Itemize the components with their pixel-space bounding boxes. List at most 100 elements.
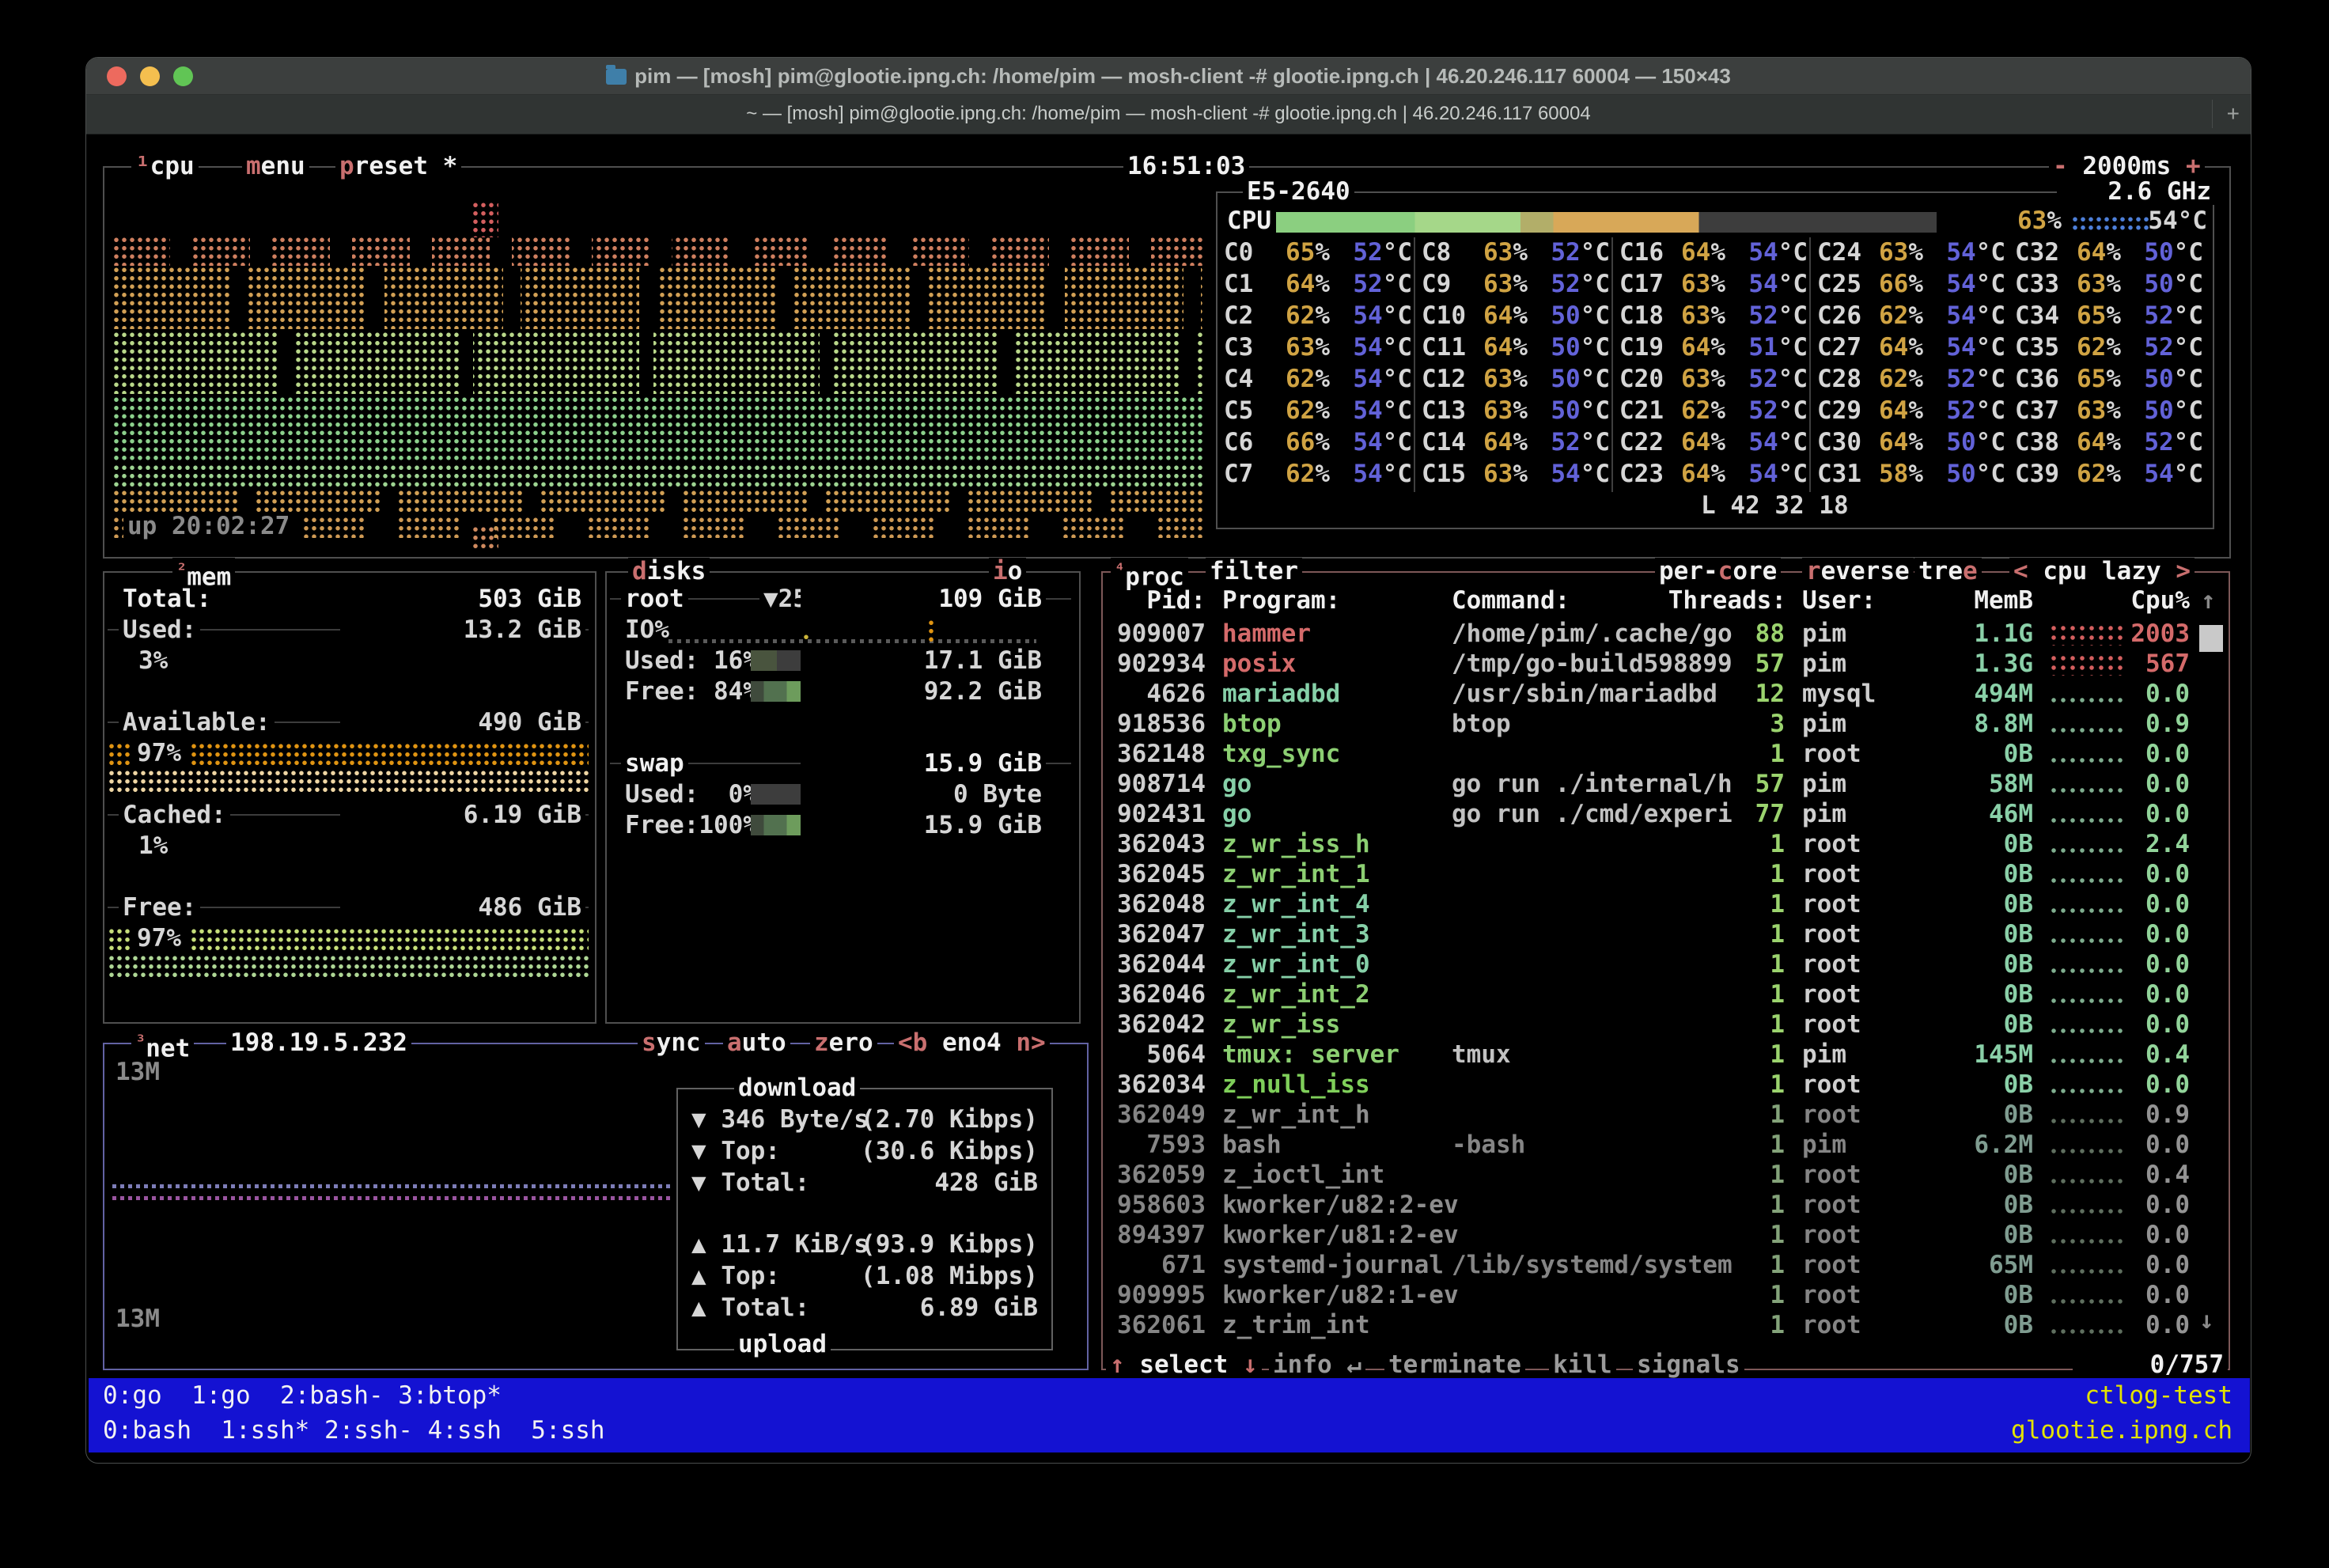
net-download-graph-line [112, 1184, 674, 1188]
cpu-core-cell: C2862%52°C [1817, 365, 2005, 392]
mem-cached-value: 6.19 GiB [340, 801, 585, 828]
disk-root-used-label: Used: 16% [621, 647, 762, 674]
proc-header-mem[interactable]: MemB [1946, 587, 2033, 614]
cpu-model[interactable]: E5-2640 [1243, 178, 1354, 205]
cpu-core-cell: C762%54°C [1224, 460, 1412, 487]
proc-tree-button[interactable]: tree [1914, 558, 1982, 585]
proc-info-button[interactable]: info ↵ [1269, 1351, 1365, 1378]
folder-icon [606, 69, 627, 85]
cpu-total-percent: 63% [1994, 207, 2062, 234]
disk-swap-free-label: Free:100% [621, 812, 762, 839]
net-down-total: ▼ Total: [691, 1169, 809, 1196]
disk-swap-free-value: 15.9 GiB [801, 812, 1046, 839]
net-download-label: download [734, 1074, 860, 1101]
cpu-total-temp: 54°C [2136, 207, 2207, 234]
disk-root-size: 109 GiB [801, 585, 1046, 612]
cpu-core-cell: C1464%52°C [1422, 429, 1610, 456]
cpu-core-cell: C1064%50°C [1422, 302, 1610, 329]
cpu-core-cell: C3363%50°C [2015, 271, 2203, 297]
cpu-core-cell: C1263%50°C [1422, 365, 1610, 392]
proc-select-control[interactable]: ↑ select ↓ [1106, 1351, 1262, 1378]
disk-swap-used-label: Used: 0% [621, 781, 762, 808]
cpu-core-cell: C262%54°C [1224, 302, 1412, 329]
disk-root-name[interactable]: root [621, 585, 688, 612]
mem-available-percent: 97% [133, 740, 185, 767]
update-interval: - 2000ms + [2049, 153, 2205, 180]
cpu-core-cell: C363%54°C [1224, 334, 1412, 361]
proc-signals-button[interactable]: signals [1633, 1351, 1744, 1378]
net-interface-switcher[interactable]: <b eno4 n> [894, 1029, 1050, 1056]
mem-free-graph [190, 927, 589, 951]
cpu-frequency: 2.6 GHz [2057, 178, 2215, 205]
mem-free-label: Free: [119, 894, 200, 921]
proc-header-threads[interactable]: Threads: [1661, 587, 1786, 614]
load-average: L 42 32 18 [1701, 492, 1849, 519]
cpu-core-cell: C2566%54°C [1817, 271, 2005, 297]
cpu-box-title[interactable]: ¹cpu [131, 153, 199, 180]
proc-header-user[interactable]: User: [1802, 587, 1876, 614]
scroll-down-icon: ↓ [2199, 1307, 2214, 1334]
proc-sort-selector[interactable]: < cpu lazy > [2009, 558, 2195, 585]
mem-available-value: 490 GiB [340, 709, 585, 736]
mem-total-label: Total: [119, 585, 215, 612]
disks-io-button[interactable]: io [989, 558, 1026, 585]
cpu-core-cell: C2162%52°C [1619, 397, 1808, 424]
proc-header-cpu[interactable]: Cpu% [2104, 587, 2190, 614]
disk-io-graph [668, 639, 1036, 643]
disk-swap-name[interactable]: swap [621, 750, 688, 777]
cpu-core-cell: C2264%54°C [1619, 429, 1808, 456]
proc-terminate-button[interactable]: terminate [1384, 1351, 1525, 1378]
cpu-core-cell: C1664%54°C [1619, 239, 1808, 266]
cpu-core-cell: C3465%52°C [2015, 302, 2203, 329]
cpu-core-cell: C2463%54°C [1817, 239, 2005, 266]
cpu-core-cell: C2364%54°C [1619, 460, 1808, 487]
cpu-core-cell: C1964%51°C [1619, 334, 1808, 361]
tmux-hostname: glootie.ipng.ch [1932, 1416, 2232, 1445]
cpu-core-cell: C1563%54°C [1422, 460, 1610, 487]
disks-box-title[interactable]: disks [628, 558, 710, 585]
cpu-core-cell: C3665%50°C [2015, 365, 2203, 392]
disk-root-free-label: Free: 84% [621, 678, 762, 705]
proc-header-pid[interactable]: Pid: [1114, 587, 1206, 614]
disk-swap-size: 15.9 GiB [801, 750, 1046, 777]
new-tab-button[interactable]: + [2212, 100, 2240, 128]
net-sync-button[interactable]: sync [638, 1029, 705, 1056]
tmux-status-bar: 0:go 1:go 2:bash- 3:btop* 0:bash 1:ssh* … [89, 1378, 2250, 1452]
sort-direction-icon: ↑ [2201, 587, 2216, 614]
net-auto-button[interactable]: auto [723, 1029, 790, 1056]
uptime: up 20:02:27 [123, 513, 293, 540]
tmux-windows-line1[interactable]: 0:go 1:go 2:bash- 3:btop* [103, 1381, 502, 1410]
cpu-graph-spike [471, 201, 498, 237]
proc-reverse-button[interactable]: reverse [1802, 558, 1914, 585]
cpu-core-cell: C3763%50°C [2015, 397, 2203, 424]
mem-used-label: Used: [119, 616, 200, 643]
mem-total-value: 503 GiB [340, 585, 585, 612]
cpu-core-cell: C1363%50°C [1422, 397, 1610, 424]
net-zero-button[interactable]: zero [810, 1029, 877, 1056]
cpu-core-cell: C3864%52°C [2015, 429, 2203, 456]
tmux-windows-line2[interactable]: 0:bash 1:ssh* 2:ssh- 4:ssh 5:ssh [103, 1416, 605, 1445]
tab-bar: ~ — [mosh] pim@glootie.ipng.ch: /home/pi… [86, 95, 2251, 134]
interval-plus-button[interactable]: + [2186, 152, 2201, 180]
proc-header-program[interactable]: Program: [1222, 587, 1340, 614]
cpu-core-cell: C2662%54°C [1817, 302, 2005, 329]
proc-header-command[interactable]: Command: [1452, 587, 1570, 614]
proc-scrollbar-thumb[interactable] [2199, 625, 2223, 652]
net-up-top: ▲ Top: [691, 1263, 780, 1290]
window-title: pim — [mosh] pim@glootie.ipng.ch: /home/… [86, 64, 2251, 89]
mem-available-label: Available: [119, 709, 275, 736]
menu-button[interactable]: menu [242, 153, 309, 180]
proc-filter-button[interactable]: filter [1206, 558, 1302, 585]
proc-kill-button[interactable]: kill [1549, 1351, 1616, 1378]
cpu-core-cell: C666%54°C [1224, 429, 1412, 456]
tab-title[interactable]: ~ — [mosh] pim@glootie.ipng.ch: /home/pi… [86, 103, 2251, 125]
cpu-core-cell: C3962%54°C [2015, 460, 2203, 487]
net-scale-bottom: 13M [116, 1305, 160, 1332]
interval-minus-button[interactable]: - [2053, 152, 2068, 180]
cpu-core-cell: C562%54°C [1224, 397, 1412, 424]
cpu-core-cell: C863%52°C [1422, 239, 1610, 266]
preset-button[interactable]: preset * [335, 153, 461, 180]
net-ip-address: 198.19.5.232 [226, 1029, 411, 1056]
mem-available-graph [190, 742, 589, 766]
proc-percore-button[interactable]: per-core [1655, 558, 1781, 585]
